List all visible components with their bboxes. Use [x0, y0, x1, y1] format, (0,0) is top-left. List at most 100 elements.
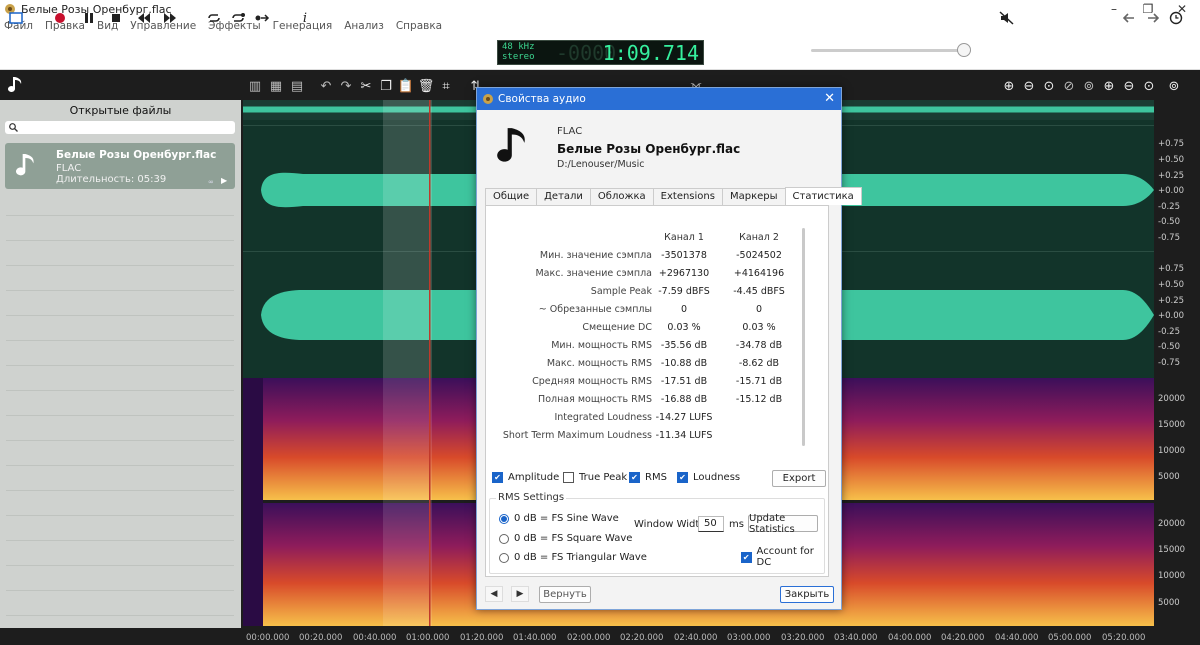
- next-file-button[interactable]: ▶: [511, 586, 529, 602]
- mute-icon[interactable]: [998, 9, 1016, 27]
- sidebar-divider: [6, 215, 234, 216]
- tab-general[interactable]: Общие: [485, 188, 538, 205]
- vertical-zoom-out-icon[interactable]: ⊖: [1121, 78, 1137, 94]
- prev-file-button[interactable]: ◀: [485, 586, 503, 602]
- stat-value-ch2: -4.45 dBFS: [733, 286, 785, 297]
- menu-help[interactable]: Справка: [396, 20, 442, 32]
- stat-label: Полная мощность RMS: [538, 394, 652, 405]
- spectrum-view-icon[interactable]: ▤: [289, 78, 305, 94]
- file-item[interactable]: Белые Розы Оренбург.flac FLAC Длительнос…: [5, 143, 235, 189]
- update-statistics-button[interactable]: Update Statistics: [748, 513, 818, 535]
- loop-icon[interactable]: [205, 9, 223, 27]
- file-link-icon: ∞: [208, 178, 214, 186]
- vertical-zoom-in-icon[interactable]: ⊕: [1101, 78, 1117, 94]
- stats-scrollbar[interactable]: [802, 228, 805, 446]
- stat-label: Integrated Loudness: [554, 412, 652, 423]
- tab-extensions[interactable]: Extensions: [652, 188, 723, 205]
- tab-statistics[interactable]: Статистика: [784, 187, 862, 205]
- true-peak-checkbox[interactable]: True Peak: [563, 472, 627, 483]
- menu-analyze[interactable]: Анализ: [344, 20, 384, 32]
- export-button[interactable]: Export: [772, 470, 826, 487]
- delete-icon[interactable]: 🗑: [418, 78, 435, 94]
- dialog-format: FLAC: [557, 126, 583, 137]
- stat-value-ch1: -3501378: [661, 250, 707, 261]
- stat-label: Мин. значение сэмпла: [539, 250, 652, 261]
- stop-icon[interactable]: [107, 9, 125, 27]
- triangular-wave-radio[interactable]: 0 dB = FS Triangular Wave: [499, 552, 647, 563]
- window-width-input[interactable]: 50: [698, 516, 724, 532]
- title-bar: Белые Розы Оренбург.flac: [0, 0, 1200, 18]
- stat-value-ch1: -14.27 LUFS: [655, 412, 713, 423]
- vertical-zoom-fit-icon[interactable]: ⊙: [1141, 78, 1157, 94]
- redo-icon[interactable]: ↷: [338, 78, 354, 94]
- zoom-in-icon[interactable]: ⊕: [1001, 78, 1017, 94]
- paste-icon[interactable]: 📋: [398, 78, 414, 94]
- stat-label: Sample Peak: [590, 286, 652, 297]
- dialog-filename: Белые Розы Оренбург.flac: [557, 142, 741, 156]
- zoom-out-icon[interactable]: ⊖: [1021, 78, 1037, 94]
- dialog-close-icon[interactable]: ✕: [824, 91, 835, 106]
- file-play-icon[interactable]: ▶: [221, 176, 227, 185]
- follow-playback-icon[interactable]: [253, 9, 271, 27]
- undo-icon[interactable]: ↶: [318, 78, 334, 94]
- forward-icon[interactable]: [1144, 9, 1162, 27]
- toggle-sidebar-icon[interactable]: [7, 9, 25, 27]
- info-icon[interactable]: i: [296, 9, 314, 27]
- stat-value-ch1: 0: [680, 304, 688, 315]
- stat-value-ch1: +2967130: [658, 268, 710, 279]
- sidebar-divider: [6, 365, 234, 366]
- vertical-zoom-reset-icon[interactable]: ⊚: [1166, 78, 1182, 94]
- zoom-reset-icon[interactable]: ⊚: [1081, 78, 1097, 94]
- fast-forward-icon[interactable]: [161, 9, 179, 27]
- zoom-fit-icon[interactable]: ⊘: [1061, 78, 1077, 94]
- sample-rate: 48 kHz stereo: [502, 42, 535, 62]
- window-width-label: Window Width: [634, 519, 706, 530]
- sidebar-divider: [6, 240, 234, 241]
- crop-icon[interactable]: ⌗: [438, 78, 454, 94]
- file-duration: Длительность: 05:39: [56, 174, 167, 185]
- menu-bar: Файл Правка Вид Управление Эффекты Генер…: [0, 18, 1200, 34]
- stat-label: Макс. значение сэмпла: [535, 268, 652, 279]
- amplitude-checkbox[interactable]: ✔ Amplitude: [492, 472, 559, 483]
- dialog-app-icon: [483, 94, 493, 104]
- stat-value-ch2: -8.62 dB: [738, 358, 780, 369]
- rms-checkbox[interactable]: ✔ RMS: [629, 472, 667, 483]
- account-dc-checkbox[interactable]: ✔ Account for DC: [741, 546, 828, 568]
- waveform-view-icon[interactable]: ▥: [247, 78, 263, 94]
- volume-slider-knob[interactable]: [957, 43, 971, 57]
- sidebar-divider: [6, 290, 234, 291]
- statistics-panel: Канал 1 Канал 2 Мин. значение сэмпла -35…: [485, 205, 829, 577]
- stat-value-ch2: -15.71 dB: [735, 376, 783, 387]
- stat-value-ch2: 0: [755, 304, 763, 315]
- rewind-icon[interactable]: [135, 9, 153, 27]
- cut-icon[interactable]: ✂: [358, 78, 374, 94]
- search-input[interactable]: [5, 121, 235, 134]
- tab-markers[interactable]: Маркеры: [721, 188, 786, 205]
- tab-details[interactable]: Детали: [536, 188, 591, 205]
- volume-slider[interactable]: [811, 43, 971, 57]
- close-dialog-button[interactable]: Закрыть: [780, 586, 834, 603]
- sidebar-divider: [6, 440, 234, 441]
- revert-button[interactable]: Вернуть: [539, 586, 591, 603]
- timeline-ruler[interactable]: 00:00.000 00:20.000 00:40.000 01:00.000 …: [243, 626, 1154, 645]
- history-icon[interactable]: [1168, 9, 1186, 27]
- sine-wave-radio[interactable]: 0 dB = FS Sine Wave: [499, 513, 619, 524]
- stat-label: Средняя мощность RMS: [532, 376, 652, 387]
- copy-icon[interactable]: ❐: [378, 78, 394, 94]
- tab-cover[interactable]: Обложка: [589, 188, 654, 205]
- stat-value-ch2: -15.12 dB: [735, 394, 783, 405]
- bars-view-icon[interactable]: ▦: [268, 78, 284, 94]
- pause-icon[interactable]: [80, 9, 98, 27]
- loudness-checkbox[interactable]: ✔ Loudness: [677, 472, 740, 483]
- loop-selection-icon[interactable]: [229, 9, 247, 27]
- stat-label: Макс. мощность RMS: [546, 358, 652, 369]
- sidebar-divider: [6, 390, 234, 391]
- sidebar-divider: [6, 565, 234, 566]
- back-icon[interactable]: [1120, 9, 1138, 27]
- stat-value-ch1: -35.56 dB: [660, 340, 708, 351]
- zoom-selection-icon[interactable]: ⊙: [1041, 78, 1057, 94]
- record-icon[interactable]: [51, 9, 69, 27]
- playback-time: 1:09.714: [602, 41, 699, 65]
- square-wave-radio[interactable]: 0 dB = FS Square Wave: [499, 533, 632, 544]
- rms-settings-title: RMS Settings: [496, 492, 567, 503]
